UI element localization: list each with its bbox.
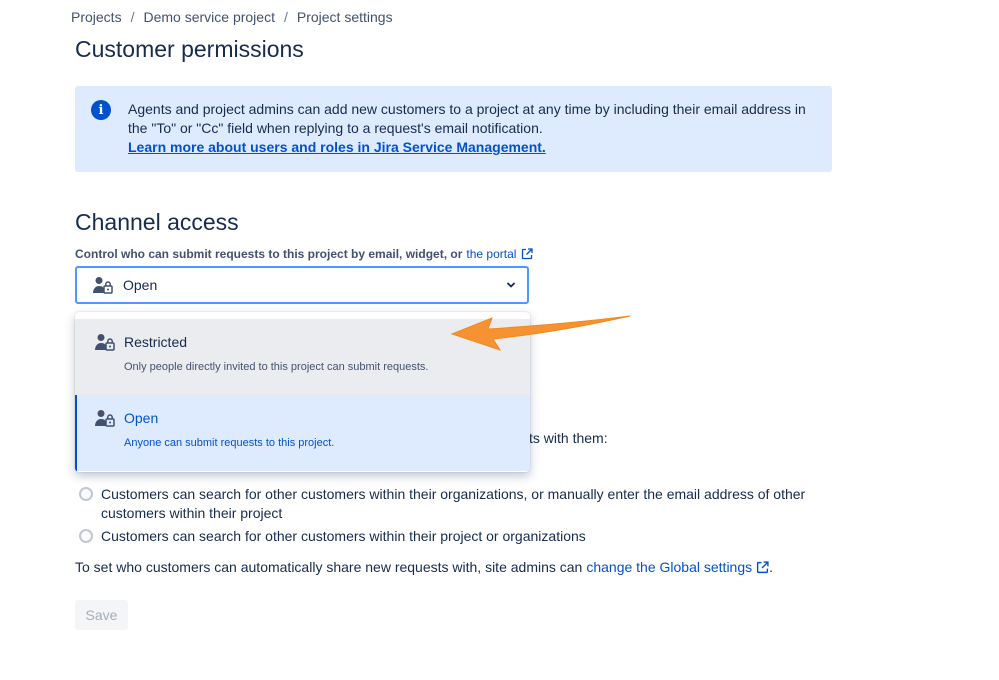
channel-access-label-text: Control who can submit requests to this …	[75, 247, 463, 261]
channel-access-select[interactable]: Open	[75, 266, 529, 304]
channel-access-heading: Channel access	[75, 209, 239, 235]
user-lock-icon	[95, 334, 115, 351]
menu-option-open[interactable]: Open Anyone can submit requests to this …	[75, 395, 530, 471]
radio-button[interactable]	[79, 529, 93, 543]
sharing-intro-tail: sts with them:	[522, 430, 608, 446]
breadcrumb-projects[interactable]: Projects	[71, 9, 122, 25]
external-link-icon	[757, 560, 769, 573]
global-settings-note: To set who customers can automatically s…	[75, 559, 773, 575]
user-lock-icon	[93, 277, 113, 294]
save-button[interactable]: Save	[75, 600, 128, 630]
option-description: Anyone can submit requests to this proje…	[124, 437, 335, 449]
sharing-option-project[interactable]: Customers can search for other customers…	[79, 527, 586, 546]
annotation-arrow-icon	[450, 315, 631, 351]
channel-access-label: Control who can submit requests to this …	[75, 247, 534, 261]
option-title: Open	[124, 410, 159, 426]
info-icon: i	[91, 100, 111, 120]
breadcrumb-separator: /	[283, 9, 288, 25]
portal-link[interactable]: the portal	[466, 247, 516, 261]
breadcrumb-demo-service-project[interactable]: Demo service project	[143, 9, 275, 25]
breadcrumb-separator: /	[130, 9, 135, 25]
radio-button[interactable]	[79, 487, 93, 501]
page-title: Customer permissions	[75, 36, 304, 62]
info-message: Agents and project admins can add new cu…	[128, 101, 806, 136]
sharing-option-label: Customers can search for other customers…	[101, 528, 586, 544]
option-description: Only people directly invited to this pro…	[124, 361, 429, 373]
breadcrumb: Projects / Demo service project / Projec…	[71, 9, 393, 25]
learn-more-link[interactable]: Learn more about users and roles in Jira…	[128, 138, 818, 157]
note-period: .	[769, 559, 774, 575]
sharing-option-organizations[interactable]: Customers can search for other customers…	[79, 485, 809, 523]
global-settings-link[interactable]: change the Global settings	[586, 559, 752, 575]
chevron-down-icon	[507, 282, 515, 288]
breadcrumb-project-settings[interactable]: Project settings	[297, 9, 393, 25]
external-link-icon	[522, 248, 534, 260]
user-lock-icon	[95, 410, 115, 427]
channel-access-value: Open	[123, 277, 158, 293]
sharing-option-label: Customers can search for other customers…	[101, 486, 806, 521]
info-text: Agents and project admins can add new cu…	[128, 100, 818, 157]
global-settings-note-text: To set who customers can automatically s…	[75, 559, 583, 575]
option-title: Restricted	[124, 334, 188, 350]
info-panel: i Agents and project admins can add new …	[75, 86, 832, 172]
